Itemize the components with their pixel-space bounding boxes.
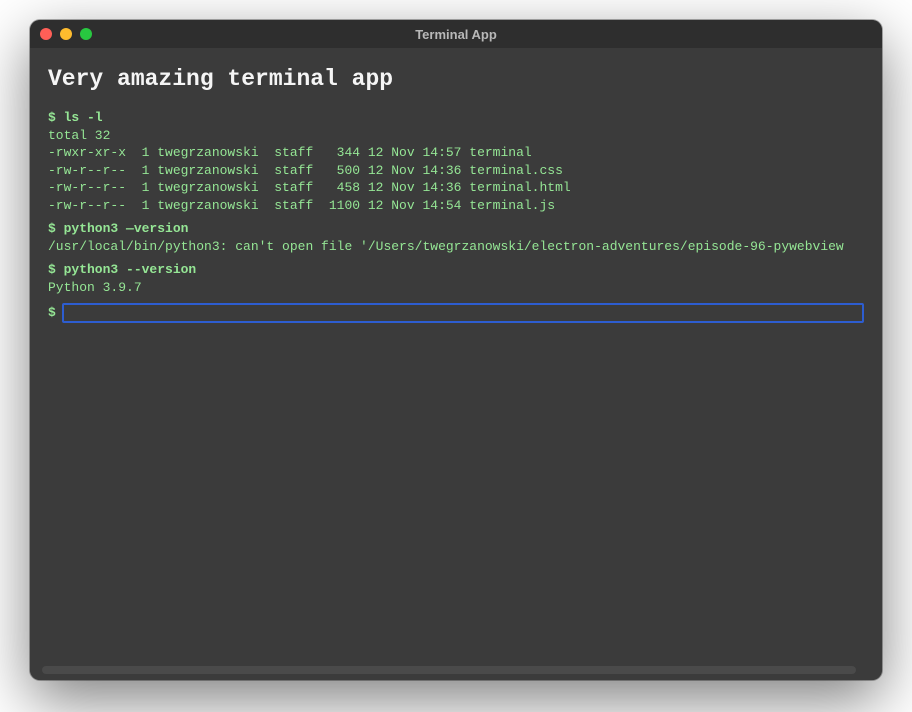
- terminal-heading: Very amazing terminal app: [48, 64, 864, 95]
- traffic-lights: [40, 28, 92, 40]
- output-line: /usr/local/bin/python3: can't open file …: [48, 238, 864, 256]
- history-entry: $ python3 --versionPython 3.9.7: [48, 261, 864, 296]
- prompt-row: $: [48, 303, 864, 323]
- command-line: $ ls -l: [48, 109, 864, 127]
- maximize-icon[interactable]: [80, 28, 92, 40]
- app-window: Terminal App Very amazing terminal app $…: [30, 20, 882, 680]
- titlebar[interactable]: Terminal App: [30, 20, 882, 48]
- window-title: Terminal App: [30, 27, 882, 42]
- command-input[interactable]: [62, 303, 864, 323]
- terminal-body[interactable]: Very amazing terminal app $ ls -ltotal 3…: [30, 48, 882, 680]
- command-line: $ python3 —version: [48, 220, 864, 238]
- horizontal-scrollbar[interactable]: [42, 666, 856, 674]
- history-entry: $ ls -ltotal 32 -rwxr-xr-x 1 twegrzanows…: [48, 109, 864, 214]
- close-icon[interactable]: [40, 28, 52, 40]
- terminal-history: $ ls -ltotal 32 -rwxr-xr-x 1 twegrzanows…: [48, 109, 864, 296]
- minimize-icon[interactable]: [60, 28, 72, 40]
- prompt-symbol: $: [48, 304, 56, 322]
- command-line: $ python3 --version: [48, 261, 864, 279]
- output-line: Python 3.9.7: [48, 279, 864, 297]
- history-entry: $ python3 —version/usr/local/bin/python3…: [48, 220, 864, 255]
- output-line: total 32 -rwxr-xr-x 1 twegrzanowski staf…: [48, 127, 864, 215]
